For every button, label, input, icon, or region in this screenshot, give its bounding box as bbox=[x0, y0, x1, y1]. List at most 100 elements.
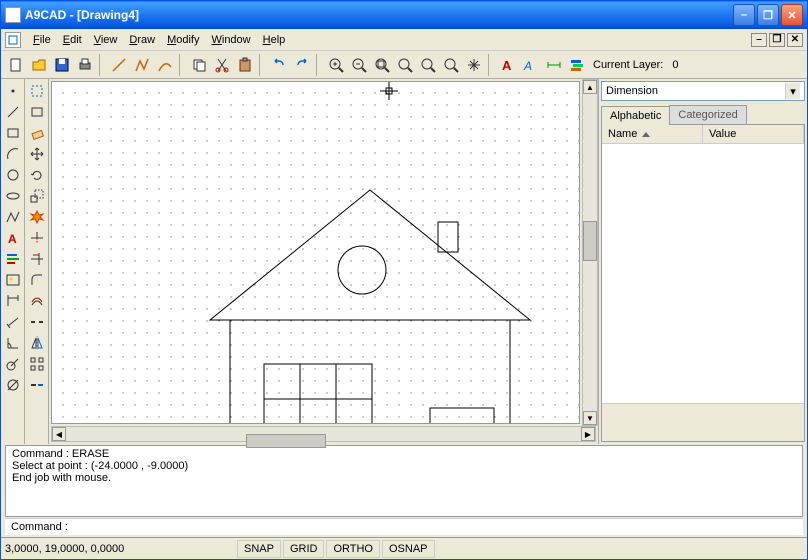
move-tool-icon[interactable] bbox=[26, 144, 48, 164]
scroll-up-icon[interactable]: ▲ bbox=[583, 80, 597, 94]
print-icon[interactable] bbox=[74, 54, 96, 76]
menu-edit[interactable]: Edit bbox=[57, 32, 88, 48]
app-icon bbox=[5, 7, 21, 23]
new-icon[interactable] bbox=[5, 54, 27, 76]
text-tool-icon[interactable]: A bbox=[497, 54, 519, 76]
scroll-right-icon[interactable]: ▶ bbox=[581, 427, 595, 441]
scale-tool-icon[interactable] bbox=[26, 186, 48, 206]
title-bar: A9CAD - [Drawing4] – ❐ ✕ bbox=[1, 1, 807, 29]
zoom-previous-icon[interactable] bbox=[440, 54, 462, 76]
explode-tool-icon[interactable] bbox=[26, 207, 48, 227]
mtext-tool-icon[interactable] bbox=[2, 249, 24, 269]
cut-icon[interactable] bbox=[211, 54, 233, 76]
dropdown-value: Dimension bbox=[606, 85, 658, 97]
osnap-toggle[interactable]: OSNAP bbox=[382, 540, 435, 558]
menu-modify[interactable]: Modify bbox=[161, 32, 205, 48]
text-style-icon[interactable]: A bbox=[520, 54, 542, 76]
command-log[interactable]: Command : ERASE Select at point : (-24.0… bbox=[5, 445, 803, 517]
mdi-minimize-button[interactable]: – bbox=[751, 33, 767, 47]
snap-toggle[interactable]: SNAP bbox=[237, 540, 281, 558]
ortho-toggle[interactable]: ORTHO bbox=[326, 540, 380, 558]
offset-tool-icon[interactable] bbox=[26, 291, 48, 311]
arc-tool-icon[interactable] bbox=[2, 144, 24, 164]
dim-aligned-icon[interactable] bbox=[2, 312, 24, 332]
command-input[interactable]: Command : bbox=[5, 518, 803, 535]
column-name[interactable]: Name bbox=[602, 125, 703, 143]
dim-radius-icon[interactable] bbox=[2, 354, 24, 374]
property-body[interactable] bbox=[602, 144, 804, 403]
log-line: Select at point : (-24.0000 , -9.0000) bbox=[12, 460, 796, 472]
rotate-tool-icon[interactable] bbox=[26, 165, 48, 185]
polyline-draw-icon[interactable] bbox=[2, 207, 24, 227]
select-tool-icon[interactable] bbox=[26, 81, 48, 101]
mdi-close-button[interactable]: ✕ bbox=[787, 33, 803, 47]
dim-linear-icon[interactable] bbox=[2, 291, 24, 311]
document-icon[interactable] bbox=[5, 32, 21, 48]
break-tool-icon[interactable] bbox=[26, 312, 48, 332]
trim-tool-icon[interactable] bbox=[26, 228, 48, 248]
menu-window[interactable]: Window bbox=[205, 32, 256, 48]
join-tool-icon[interactable] bbox=[26, 375, 48, 395]
mdi-restore-button[interactable]: ❐ bbox=[769, 33, 785, 47]
circle-tool-icon[interactable] bbox=[2, 165, 24, 185]
zoom-extents-icon[interactable] bbox=[394, 54, 416, 76]
column-value[interactable]: Value bbox=[703, 125, 804, 143]
vertical-scrollbar[interactable]: ▲ ▼ bbox=[582, 79, 598, 426]
array-tool-icon[interactable] bbox=[26, 354, 48, 374]
zoom-all-icon[interactable] bbox=[417, 54, 439, 76]
undo-icon[interactable] bbox=[268, 54, 290, 76]
zoom-in-icon[interactable] bbox=[325, 54, 347, 76]
property-tabs: Alphabetic Categorized bbox=[601, 105, 805, 125]
paste-icon[interactable] bbox=[234, 54, 256, 76]
polyline-tool-icon[interactable] bbox=[131, 54, 153, 76]
property-description bbox=[602, 403, 804, 441]
menu-draw[interactable]: Draw bbox=[123, 32, 161, 48]
close-button[interactable]: ✕ bbox=[781, 4, 803, 26]
menu-view[interactable]: View bbox=[88, 32, 124, 48]
save-icon[interactable] bbox=[51, 54, 73, 76]
svg-text:A: A bbox=[8, 232, 17, 246]
erase-tool-icon[interactable] bbox=[26, 123, 48, 143]
redo-icon[interactable] bbox=[291, 54, 313, 76]
scroll-down-icon[interactable]: ▼ bbox=[583, 411, 597, 425]
select-rect-icon[interactable] bbox=[26, 102, 48, 122]
maximize-button[interactable]: ❐ bbox=[757, 4, 779, 26]
svg-text:A: A bbox=[502, 58, 512, 73]
pan-icon[interactable] bbox=[463, 54, 485, 76]
drawing-canvas[interactable] bbox=[51, 81, 580, 424]
dimension-style-icon[interactable] bbox=[543, 54, 565, 76]
line-tool-icon[interactable] bbox=[108, 54, 130, 76]
text-draw-icon[interactable]: A bbox=[2, 228, 24, 248]
curve-tool-icon[interactable] bbox=[154, 54, 176, 76]
scroll-left-icon[interactable]: ◀ bbox=[52, 427, 66, 441]
mirror-tool-icon[interactable] bbox=[26, 333, 48, 353]
zoom-window-icon[interactable] bbox=[371, 54, 393, 76]
horizontal-scrollbar[interactable]: ◀ ▶ bbox=[51, 426, 596, 442]
image-tool-icon[interactable] bbox=[2, 270, 24, 290]
status-coordinates: 3,0000, 19,0000, 0,0000 bbox=[5, 543, 225, 555]
menu-file[interactable]: File bbox=[27, 32, 57, 48]
ellipse-tool-icon[interactable] bbox=[2, 186, 24, 206]
zoom-out-icon[interactable] bbox=[348, 54, 370, 76]
svg-text:A: A bbox=[523, 59, 532, 73]
line-draw-icon[interactable] bbox=[2, 102, 24, 122]
chevron-down-icon[interactable]: ▾ bbox=[785, 83, 800, 99]
properties-panel: Dimension ▾ Alphabetic Categorized Name … bbox=[599, 79, 807, 444]
copy-icon[interactable] bbox=[188, 54, 210, 76]
tab-categorized[interactable]: Categorized bbox=[669, 105, 746, 124]
open-icon[interactable] bbox=[28, 54, 50, 76]
fillet-tool-icon[interactable] bbox=[26, 270, 48, 290]
dim-diameter-icon[interactable] bbox=[2, 375, 24, 395]
tab-alphabetic[interactable]: Alphabetic bbox=[601, 106, 670, 125]
minimize-button[interactable]: – bbox=[733, 4, 755, 26]
layers-icon[interactable] bbox=[566, 54, 588, 76]
extend-tool-icon[interactable] bbox=[26, 249, 48, 269]
point-tool-icon[interactable] bbox=[2, 81, 24, 101]
object-type-dropdown[interactable]: Dimension ▾ bbox=[601, 81, 805, 101]
left-tool-panel-2 bbox=[25, 79, 49, 444]
menu-bar: File Edit View Draw Modify Window Help –… bbox=[1, 29, 807, 51]
menu-help[interactable]: Help bbox=[257, 32, 292, 48]
grid-toggle[interactable]: GRID bbox=[283, 540, 325, 558]
rectangle-tool-icon[interactable] bbox=[2, 123, 24, 143]
dim-angular-icon[interactable] bbox=[2, 333, 24, 353]
